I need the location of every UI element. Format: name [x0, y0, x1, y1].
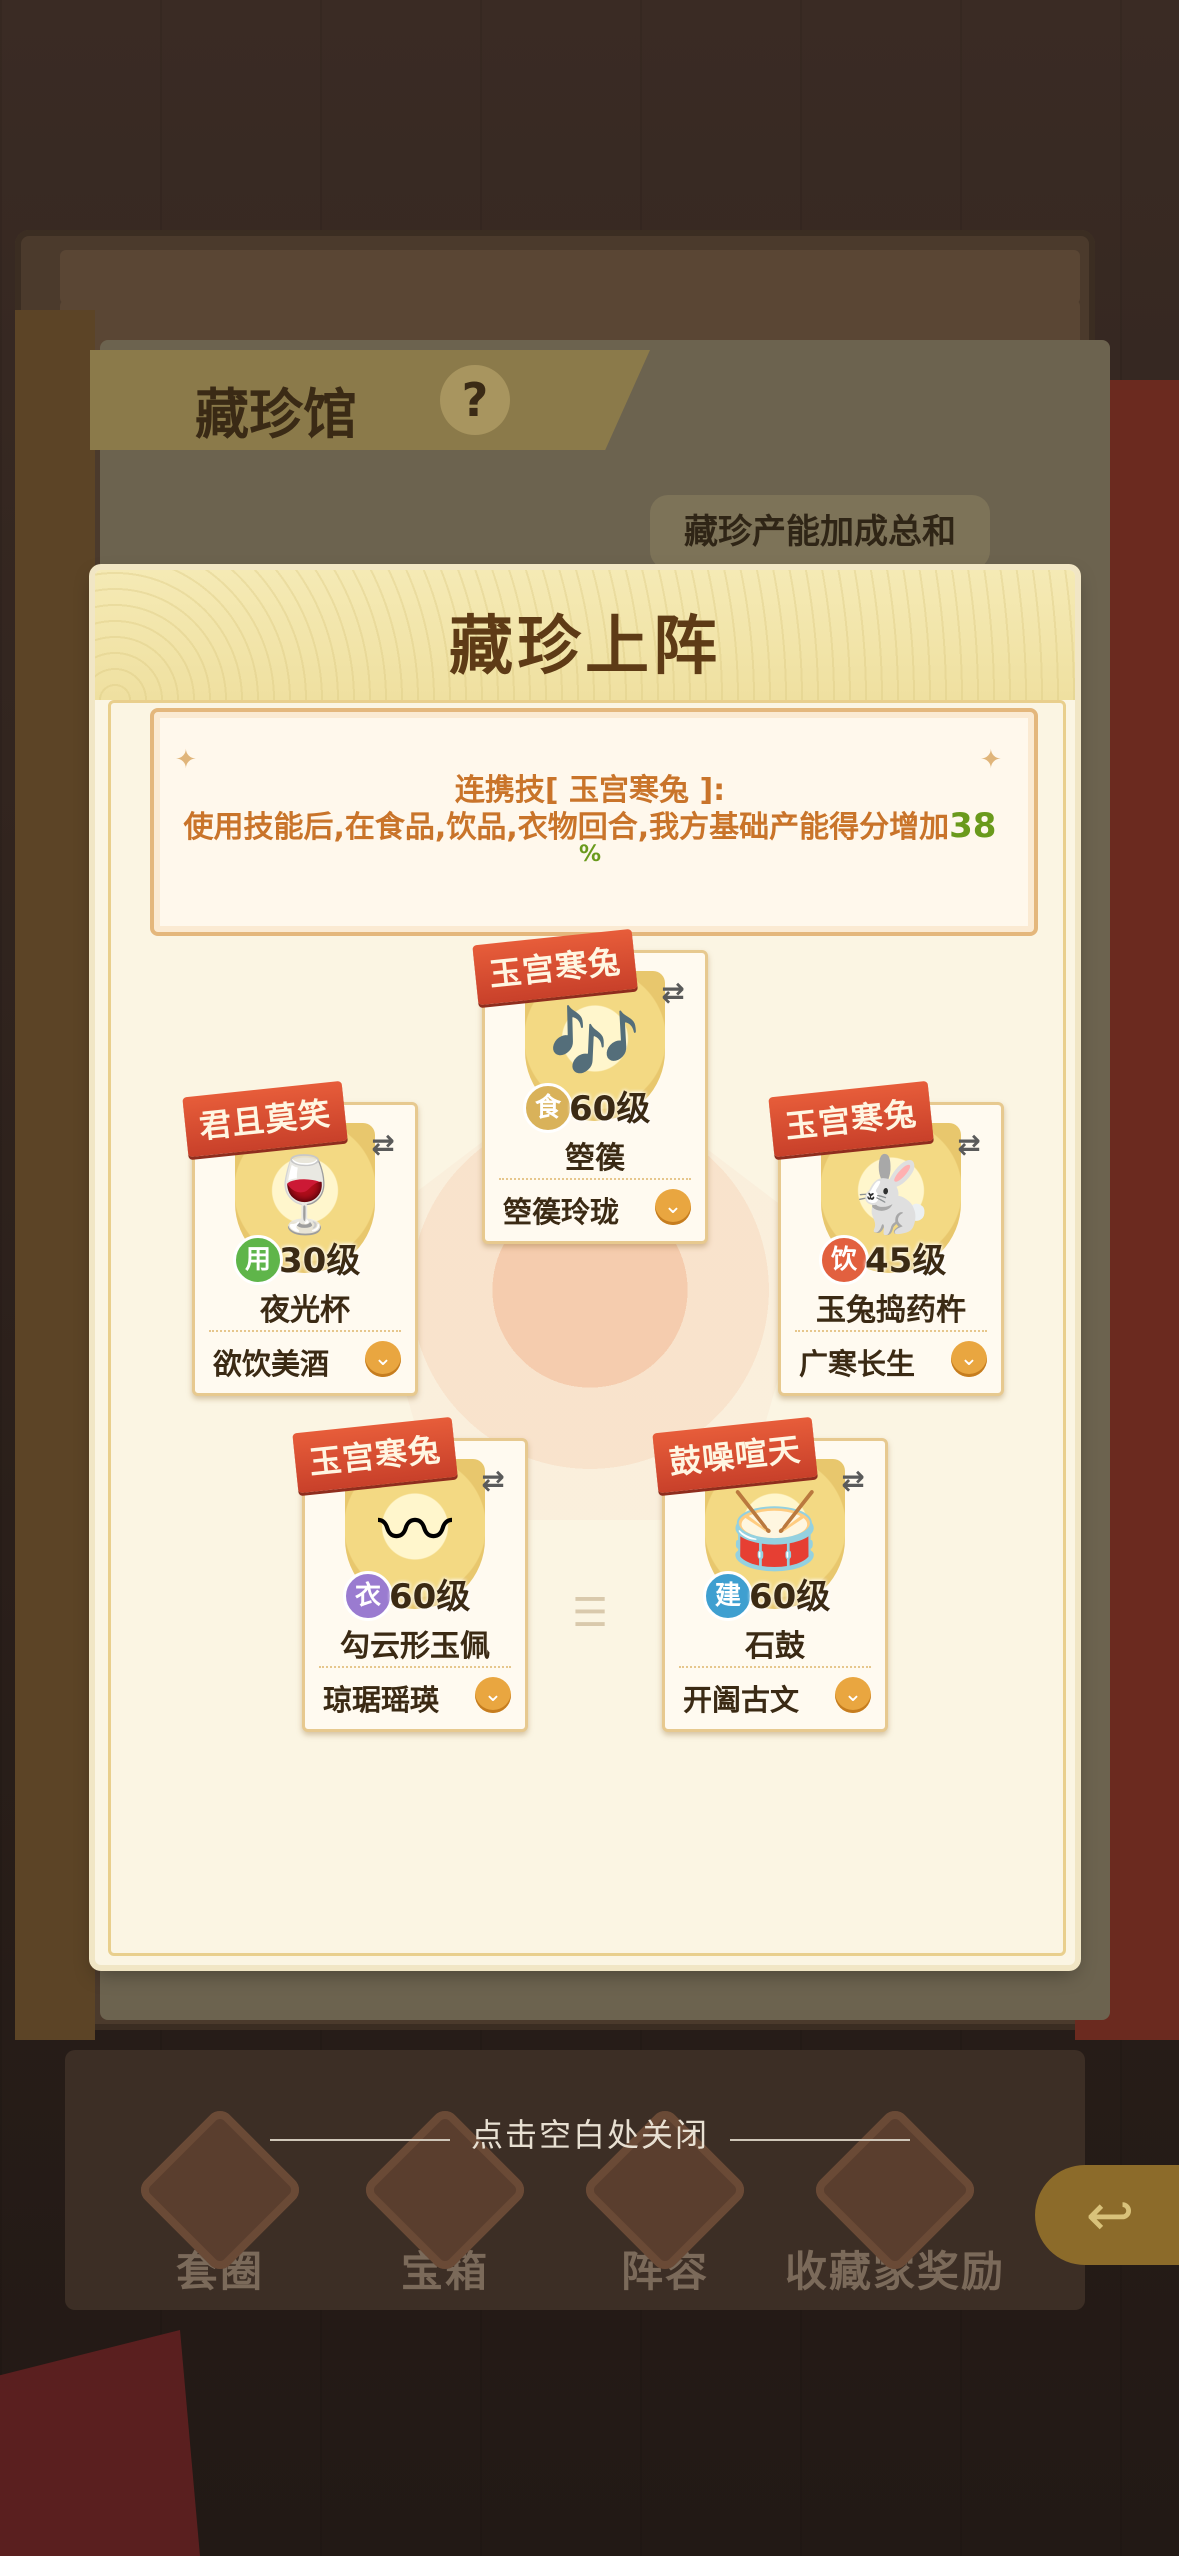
set-name: 欲饮美酒 — [213, 1347, 330, 1381]
skill-description: 使用技能后,在食品,饮品,衣物回合,我方基础产能得分增加38 — [170, 802, 1010, 846]
type-badge-food: 食 — [523, 1083, 573, 1133]
chevron-down-icon[interactable]: ⌄ — [655, 1189, 691, 1225]
type-badge-drink: 饮 — [819, 1235, 869, 1285]
book-spine — [15, 310, 95, 2040]
close-hint[interactable]: 点击空白处关闭 — [300, 2110, 880, 2156]
chevron-down-icon[interactable]: ⌄ — [475, 1677, 511, 1713]
chevron-down-icon[interactable]: ⌄ — [365, 1341, 401, 1377]
summary-label: 藏珍产能加成总和 — [650, 495, 990, 569]
set-name: 开阖古文 — [683, 1683, 800, 1717]
cup-icon: 🍷 — [258, 1152, 352, 1238]
skill-bonus-value: 38 — [949, 806, 997, 846]
item-name: 夜光杯 — [260, 1293, 350, 1328]
hint-divider-right — [730, 2139, 910, 2141]
pestle-icon: 🐇 — [844, 1152, 938, 1238]
item-name: 勾云形玉佩 — [340, 1629, 490, 1664]
swap-icon[interactable]: ⇄ — [835, 1463, 871, 1499]
divider — [319, 1666, 511, 1668]
item-level: 60级 — [749, 1577, 831, 1617]
modal-title: 藏珍上阵 — [449, 610, 721, 684]
swap-icon[interactable]: ⇄ — [655, 975, 691, 1011]
divider — [795, 1330, 987, 1332]
item-name: 箜篌 — [565, 1141, 625, 1176]
type-badge-use: 用 — [233, 1235, 283, 1285]
help-icon[interactable]: ? — [440, 365, 510, 435]
chevron-down-icon[interactable]: ⌄ — [951, 1341, 987, 1377]
item-level: 30级 — [279, 1241, 361, 1281]
item-name: 玉兔捣药杵 — [816, 1293, 966, 1328]
item-level: 60级 — [389, 1577, 471, 1617]
wood-plank — [60, 250, 1080, 304]
collection-card-bottom-left[interactable]: 〰 ⇄ 衣 60级 勾云形玉佩 琼琚瑶瑛 ⌄ 玉宫寒兔 — [292, 1416, 528, 1732]
divider — [679, 1666, 871, 1668]
item-name: 石鼓 — [745, 1629, 805, 1664]
item-level: 60级 — [569, 1089, 651, 1129]
divider — [209, 1330, 401, 1332]
collection-card-left[interactable]: 🍷 ⇄ 用 30级 夜光杯 欲饮美酒 ⌄ 君且莫笑 — [182, 1080, 418, 1396]
museum-title: 藏珍馆 — [195, 383, 357, 446]
nav-ring-toss[interactable]: 套圈 — [130, 2105, 310, 2299]
chevron-down-icon[interactable]: ⌄ — [835, 1677, 871, 1713]
stone-drum-icon: 🥁 — [728, 1488, 822, 1574]
set-name: 广寒长生 — [799, 1347, 916, 1381]
back-button[interactable]: ↩ — [1035, 2165, 1179, 2265]
swap-icon[interactable]: ⇄ — [365, 1127, 401, 1163]
type-badge-clothing: 衣 — [343, 1571, 393, 1621]
skill-description-text: 使用技能后,在食品,饮品,衣物回合,我方基础产能得分增加 — [183, 810, 950, 845]
collection-card-right[interactable]: 🐇 ⇄ 饮 45级 玉兔捣药杵 广寒长生 ⌄ 玉宫寒兔 — [768, 1080, 1004, 1396]
collection-card-top[interactable]: 🎶 ⇄ 食 60级 箜篌 箜篌玲珑 ⌄ 玉宫寒兔 — [472, 928, 708, 1244]
swap-icon[interactable]: ⇄ — [951, 1127, 987, 1163]
skill-bonus-unit: % — [578, 842, 602, 867]
type-badge-build: 建 — [703, 1571, 753, 1621]
harp-icon: 🎶 — [548, 1000, 642, 1086]
jade-pendant-icon: 〰 — [378, 1488, 452, 1574]
set-name: 箜篌玲珑 — [503, 1195, 620, 1229]
museum-title-banner — [90, 350, 650, 450]
swap-icon[interactable]: ⇄ — [475, 1463, 511, 1499]
set-name: 琼琚瑶瑛 — [323, 1683, 440, 1717]
collection-card-bottom-right[interactable]: 🥁 ⇄ 建 60级 石鼓 开阖古文 ⌄ 鼓噪喧天 — [652, 1416, 888, 1732]
item-level: 45级 — [865, 1241, 947, 1281]
divider — [499, 1178, 691, 1180]
trigram-icon: ☰ — [572, 1590, 608, 1636]
